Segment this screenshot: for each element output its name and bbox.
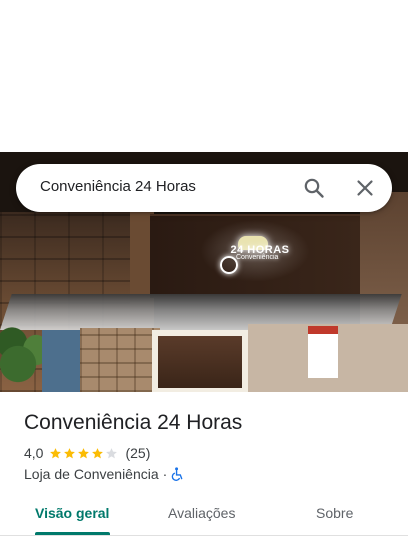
notice-sign — [308, 326, 338, 378]
star-filled-icon — [78, 447, 90, 458]
stone-wall — [80, 328, 160, 392]
category-row: Loja de Conveniência · — [24, 465, 184, 483]
sign-text: 24 HORAS — [230, 244, 290, 256]
tabs-divider — [0, 535, 408, 536]
search-query-text[interactable]: Conveniência 24 Horas — [40, 178, 196, 195]
review-count[interactable]: (25) — [125, 445, 150, 461]
blue-door — [42, 330, 84, 392]
map-area-blank — [0, 0, 408, 152]
star-filled-icon — [50, 447, 62, 458]
rating-row[interactable]: 4,0 (25) — [24, 444, 150, 462]
star-rating — [49, 447, 119, 460]
star-filled-icon — [64, 447, 76, 458]
wheelchair-icon — [172, 467, 183, 481]
star-empty-icon — [106, 447, 118, 458]
tab-about[interactable]: Sobre — [316, 505, 353, 521]
search-bar[interactable]: Conveniência 24 Horas — [16, 164, 392, 212]
shop-window — [152, 330, 248, 392]
star-filled-icon — [92, 447, 104, 458]
rating-value: 4,0 — [24, 445, 44, 461]
separator-dot: · — [162, 466, 168, 482]
place-title: Conveniência 24 Horas — [24, 411, 243, 434]
tab-overview[interactable]: Visão geral — [35, 505, 109, 521]
place-category[interactable]: Loja de Conveniência — [24, 466, 159, 482]
tab-reviews[interactable]: Avaliações — [168, 505, 235, 521]
close-icon[interactable] — [353, 176, 377, 200]
search-icon[interactable] — [302, 176, 326, 200]
place-tabs: Visão geral Avaliações Sobre — [0, 493, 408, 544]
